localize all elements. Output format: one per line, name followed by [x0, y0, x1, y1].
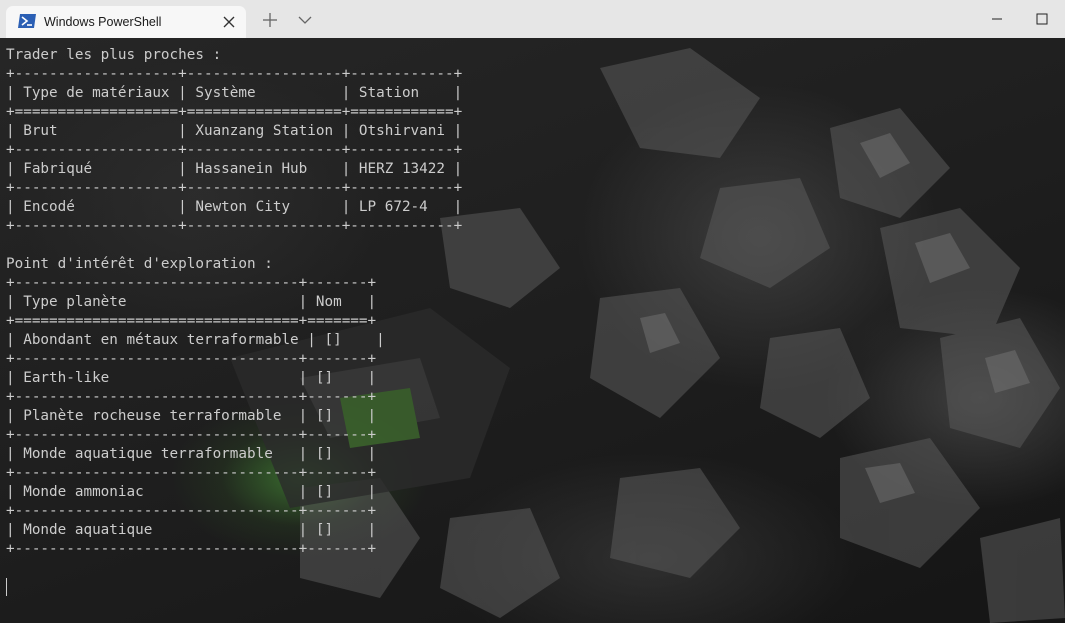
minimize-icon[interactable] — [974, 8, 1020, 30]
powershell-icon — [18, 14, 36, 28]
terminal-line: +---------------------------------+-----… — [6, 275, 377, 291]
terminal-line: +---------------------------------+-----… — [6, 503, 377, 519]
terminal-line: +-------------------+------------------+… — [6, 180, 463, 196]
terminal-line: | Monde aquatique terraformable | [] | — [6, 446, 377, 462]
terminal-line: +-------------------+------------------+… — [6, 142, 463, 158]
chevron-down-icon[interactable] — [297, 14, 313, 26]
terminal-line: Point d'intérêt d'exploration : — [6, 256, 273, 272]
terminal-pane[interactable]: Trader les plus proches : +--------------… — [0, 38, 1065, 623]
tab-title: Windows PowerShell — [44, 15, 162, 29]
close-icon[interactable] — [222, 15, 236, 29]
terminal-line: | Brut | Xuanzang Station | Otshirvani | — [6, 123, 463, 139]
maximize-icon[interactable] — [1019, 8, 1065, 30]
title-bar: Windows PowerShell — [0, 0, 1065, 38]
terminal-line: | Encodé | Newton City | LP 672-4 | — [6, 199, 463, 215]
terminal-output: Trader les plus proches : +--------------… — [6, 46, 462, 559]
terminal-line: | Monde aquatique | [] | — [6, 522, 377, 538]
terminal-line: | Planète rocheuse terraformable | [] | — [6, 408, 377, 424]
terminal-line: Trader les plus proches : — [6, 47, 222, 63]
terminal-line: | Abondant en métaux terraformable | [] … — [6, 332, 385, 348]
terminal-line: +-------------------+------------------+… — [6, 66, 463, 82]
terminal-line: +=================================+=====… — [6, 313, 377, 329]
terminal-line: | Type planète | Nom | — [6, 294, 377, 310]
terminal-line: +---------------------------------+-----… — [6, 465, 377, 481]
terminal-line: +---------------------------------+-----… — [6, 389, 377, 405]
terminal-line: +-------------------+------------------+… — [6, 218, 463, 234]
terminal-line: +===================+==================+… — [6, 104, 463, 120]
plus-icon[interactable] — [262, 12, 278, 28]
terminal-line: +---------------------------------+-----… — [6, 351, 377, 367]
terminal-line: | Monde ammoniac | [] | — [6, 484, 377, 500]
terminal-line: | Type de matériaux | Système | Station … — [6, 85, 463, 101]
text-cursor — [6, 578, 7, 596]
terminal-line: | Fabriqué | Hassanein Hub | HERZ 13422 … — [6, 161, 463, 177]
terminal-line: | Earth-like | [] | — [6, 370, 377, 386]
terminal-line: +---------------------------------+-----… — [6, 541, 377, 557]
tab-windows-powershell[interactable]: Windows PowerShell — [6, 6, 246, 38]
terminal-line: +---------------------------------+-----… — [6, 427, 377, 443]
